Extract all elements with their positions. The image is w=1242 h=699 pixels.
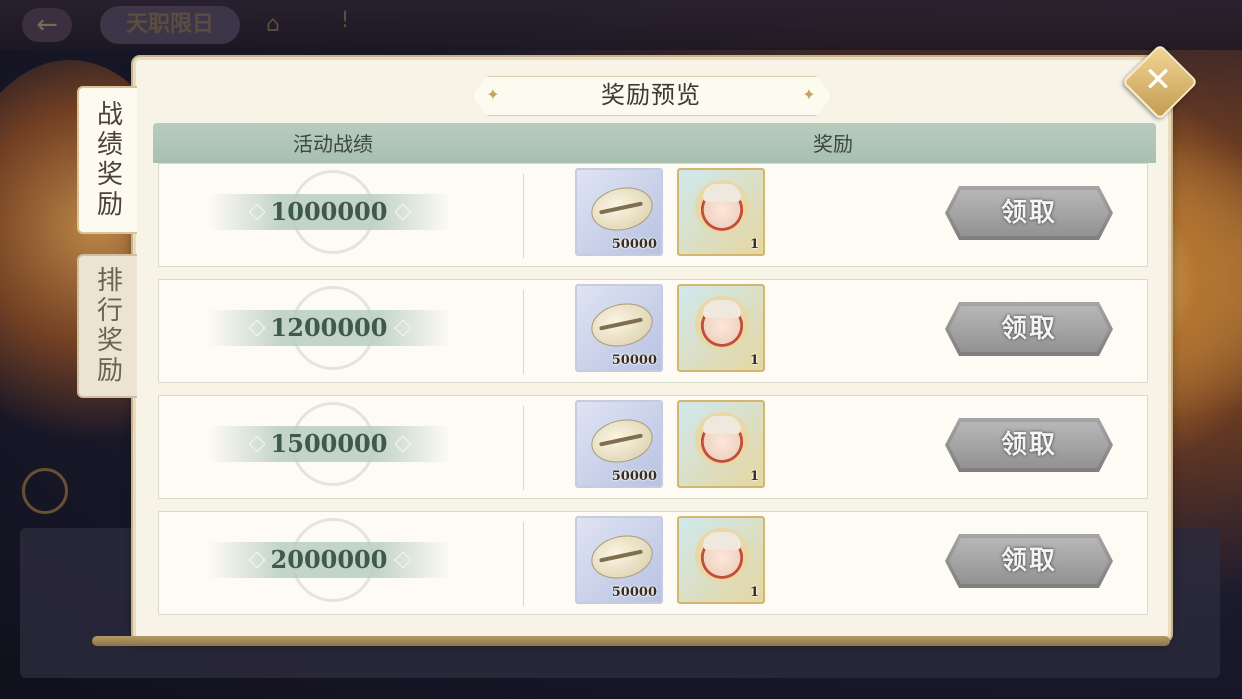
background-title: 天职限日	[100, 6, 240, 44]
home-icon[interactable]: ⌂	[256, 12, 290, 40]
tab-label: 战绩奖励	[92, 100, 123, 220]
score-threshold: 1000000	[270, 197, 388, 226]
item-count: 1	[749, 237, 759, 252]
score-threshold: 2000000	[270, 545, 388, 574]
score-threshold: 1200000	[270, 313, 388, 342]
item-count: 1	[749, 469, 759, 484]
close-icon[interactable]: ✕	[1133, 55, 1183, 105]
divider	[523, 522, 524, 606]
tab-performance-rewards[interactable]: 战绩奖励	[77, 86, 137, 234]
item-count: 1	[749, 585, 759, 600]
claim-button-label[interactable]: 领取	[945, 302, 1113, 356]
claim-button-label[interactable]: 领取	[945, 186, 1113, 240]
claim-button-label[interactable]: 领取	[945, 534, 1113, 588]
character-hair	[703, 300, 741, 318]
score-threshold: 1500000	[270, 429, 388, 458]
divider	[523, 406, 524, 490]
column-header-reward: 奖励	[813, 132, 853, 156]
shell-currency-icon[interactable]: 50000	[575, 168, 663, 256]
dialog-title: 奖励预览	[601, 81, 701, 109]
shell-currency-icon[interactable]: 50000	[575, 284, 663, 372]
character-hair	[703, 184, 741, 202]
item-count: 1	[749, 353, 759, 368]
item-count: 50000	[611, 469, 657, 484]
claim-button-label[interactable]: 领取	[945, 418, 1113, 472]
item-count: 50000	[611, 585, 657, 600]
tab-ranking-rewards[interactable]: 排行奖励	[77, 254, 137, 398]
column-header-score: 活动战绩	[293, 132, 373, 156]
character-hair	[703, 532, 741, 550]
shell-currency-icon[interactable]: 50000	[575, 400, 663, 488]
table-row: 2000000 50000 1 领取	[158, 511, 1148, 615]
divider	[523, 290, 524, 374]
table-row: 1000000 50000 1 领取	[158, 163, 1148, 267]
tab-label: 排行奖励	[92, 266, 123, 386]
item-count: 50000	[611, 353, 657, 368]
character-card-icon[interactable]: 1	[677, 168, 765, 256]
dialog-bottom-rod	[92, 636, 1170, 646]
back-arrow-icon[interactable]: ←	[22, 8, 72, 42]
table-row: 1200000 50000 1 领取	[158, 279, 1148, 383]
character-card-icon[interactable]: 1	[677, 516, 765, 604]
character-hair	[703, 416, 741, 434]
divider	[523, 174, 524, 258]
search-icon	[22, 468, 68, 514]
alert-icon[interactable]: !	[328, 8, 362, 42]
table-row: 1500000 50000 1 领取	[158, 395, 1148, 499]
character-card-icon[interactable]: 1	[677, 400, 765, 488]
character-card-icon[interactable]: 1	[677, 284, 765, 372]
item-count: 50000	[611, 237, 657, 252]
shell-currency-icon[interactable]: 50000	[575, 516, 663, 604]
